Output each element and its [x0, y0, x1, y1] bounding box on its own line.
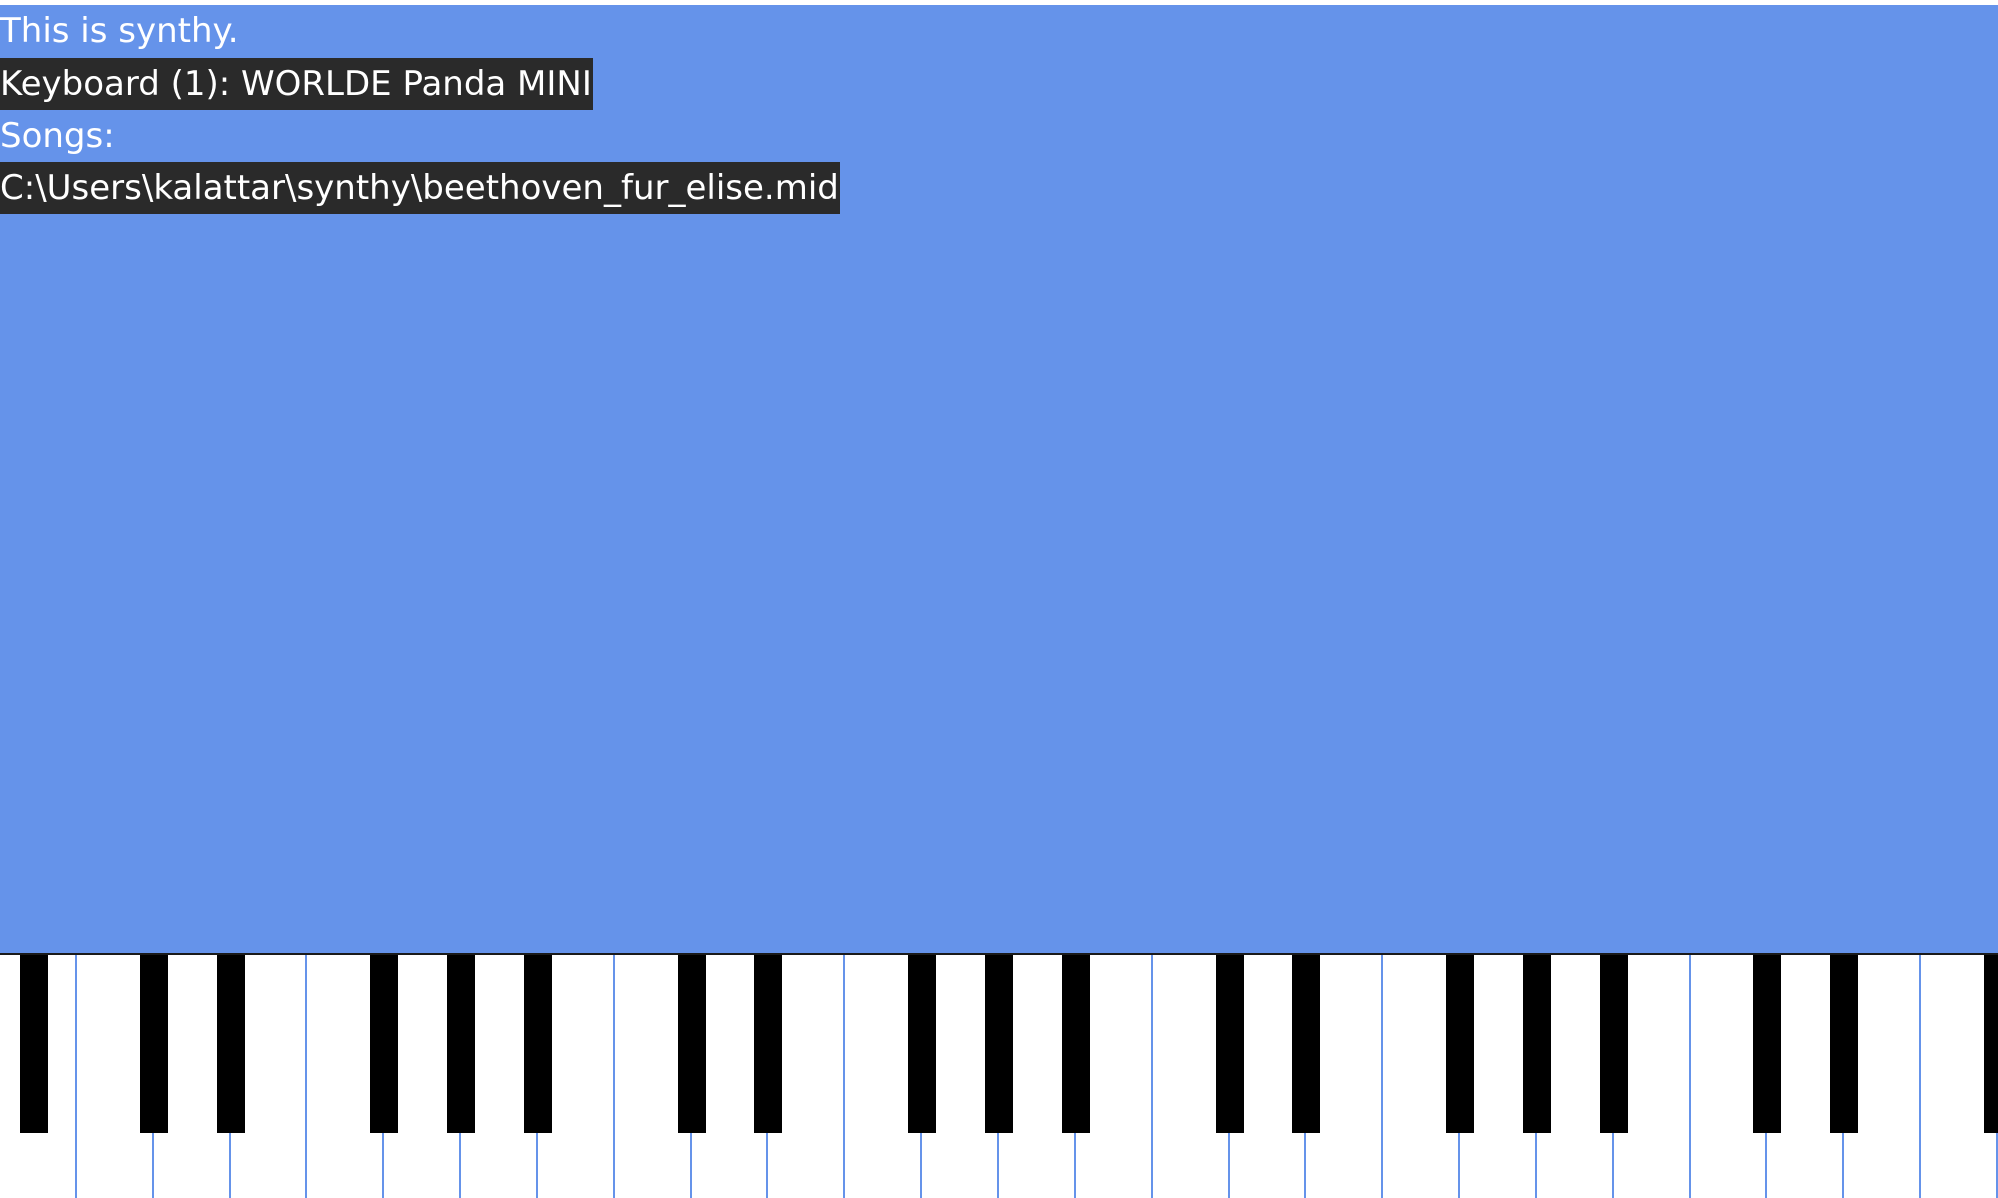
keyboard-device-label[interactable]: Keyboard (1): WORLDE Panda MINI	[0, 58, 593, 110]
black-key[interactable]	[1599, 955, 1628, 1133]
black-key[interactable]	[216, 955, 245, 1133]
songs-heading: Songs:	[0, 116, 115, 156]
synthy-window: This is synthy. Keyboard (1): WORLDE Pan…	[0, 0, 1998, 1198]
song-item[interactable]: C:\Users\kalattar\synthy\beethoven_fur_e…	[0, 162, 840, 214]
black-key[interactable]	[1830, 955, 1859, 1133]
black-key[interactable]	[1215, 955, 1244, 1133]
black-key[interactable]	[370, 955, 399, 1133]
black-key[interactable]	[985, 955, 1013, 1133]
black-key[interactable]	[754, 955, 783, 1133]
black-key[interactable]	[1292, 955, 1321, 1133]
black-key[interactable]	[677, 955, 706, 1133]
black-key[interactable]	[908, 955, 937, 1133]
black-key[interactable]	[1984, 955, 1998, 1133]
black-key[interactable]	[139, 955, 168, 1133]
black-key[interactable]	[1446, 955, 1475, 1133]
black-key[interactable]	[447, 955, 476, 1133]
piano-keyboard[interactable]	[0, 955, 1998, 1198]
black-key[interactable]	[1522, 955, 1551, 1133]
black-key[interactable]	[1061, 955, 1090, 1133]
black-key[interactable]	[523, 955, 552, 1133]
app-title: This is synthy.	[0, 11, 239, 51]
main-canvas	[0, 5, 1998, 953]
black-key[interactable]	[20, 955, 48, 1133]
black-key[interactable]	[1753, 955, 1782, 1133]
